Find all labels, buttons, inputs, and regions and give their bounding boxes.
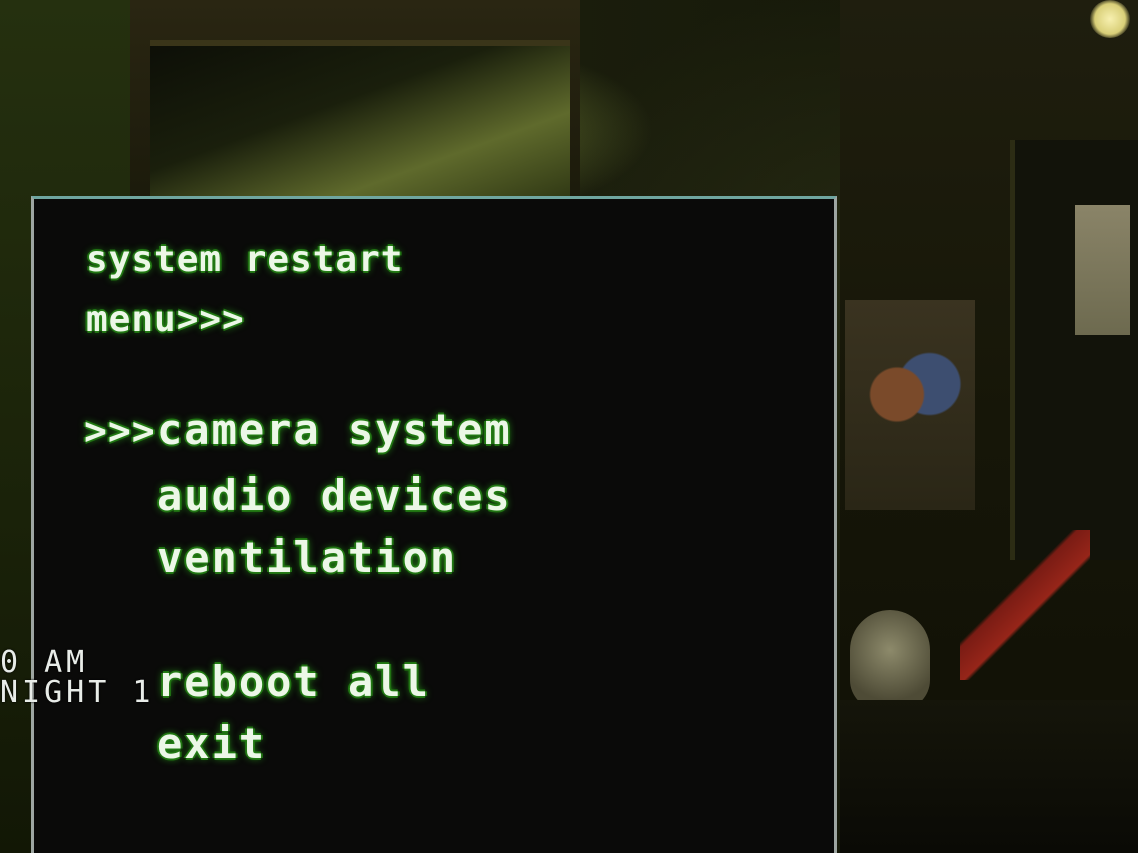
selection-cursor: >>> xyxy=(84,409,156,453)
ceiling-lamp xyxy=(1090,0,1130,38)
menu-title-line-1: system restart xyxy=(86,239,404,280)
guitar-prop xyxy=(960,530,1090,680)
mask-prop xyxy=(850,610,930,710)
option-audio-devices[interactable]: audio devices xyxy=(157,471,512,520)
option-reboot-all[interactable]: reboot all xyxy=(157,657,430,706)
office-floor xyxy=(840,700,1138,853)
option-camera-system[interactable]: camera system xyxy=(157,405,512,454)
office-window xyxy=(150,40,570,206)
wall-poster xyxy=(1075,205,1130,335)
office-doorway xyxy=(1010,140,1138,560)
animatronic-poster xyxy=(845,300,975,510)
menu-title-line-2: menu>>> xyxy=(86,299,245,340)
maintenance-panel: system restart menu>>> >>> camera system… xyxy=(31,196,837,853)
game-screen: system restart menu>>> >>> camera system… xyxy=(0,0,1138,853)
option-exit[interactable]: exit xyxy=(157,719,266,768)
hud-night-counter: NIGHT 1 xyxy=(0,675,155,710)
option-ventilation[interactable]: ventilation xyxy=(157,533,457,582)
